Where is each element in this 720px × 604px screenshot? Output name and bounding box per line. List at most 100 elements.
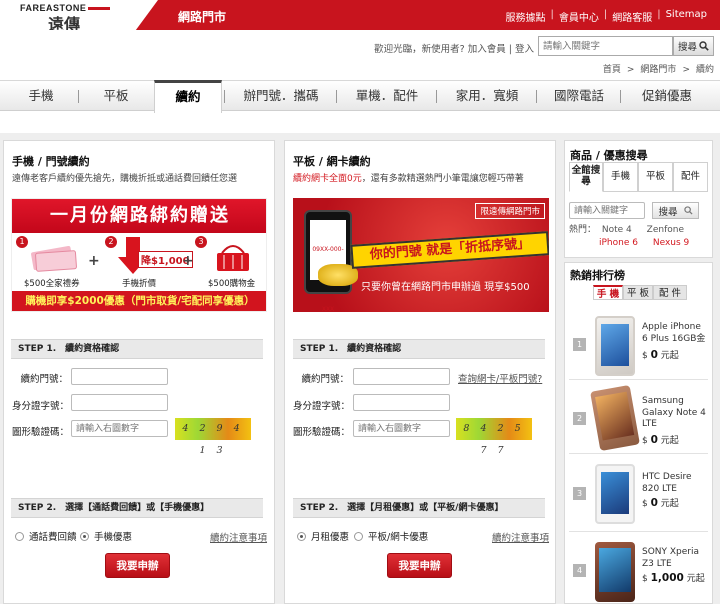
- join-link[interactable]: 加入會員: [468, 44, 506, 55]
- ranking-item[interactable]: 2 Samsung Galaxy Note 4 LTE $ 0 元起: [569, 380, 708, 454]
- promo-banner-discount-code[interactable]: 限遠傳網路門市 09XX-000-XXX 你的門號 就是「折抵序號」 只要你曾在…: [293, 198, 549, 312]
- banner-ribbon: 限遠傳網路門市: [475, 203, 545, 219]
- nav-tab-international[interactable]: 國際電話: [538, 81, 620, 112]
- product-name[interactable]: SONY Xperia Z3 LTE: [642, 547, 708, 570]
- rank-badge: 1: [573, 338, 586, 351]
- hot-keyword-note4[interactable]: Note 4: [602, 225, 632, 235]
- product-image-xperia-z3[interactable]: [595, 542, 635, 602]
- banner-footer: 只要你曾在網路門市申辦過 現享$500: [361, 282, 530, 293]
- ranking-title: 熱銷排行榜: [570, 269, 625, 282]
- radio-dot-selected: [297, 531, 306, 541]
- banner-slogan: 你的門號 就是「折抵序號」: [350, 231, 549, 269]
- hot-keyword-nexus9[interactable]: Nexus 9: [653, 238, 689, 248]
- product-name[interactable]: Apple iPhone 6 Plus 16GB金: [642, 322, 708, 345]
- product-price: 1,000: [650, 572, 684, 584]
- sidebar-search-input[interactable]: [569, 202, 645, 219]
- sidebar-search-button[interactable]: 搜尋: [652, 202, 699, 219]
- nav-tab-promotions[interactable]: 促銷優惠: [622, 81, 712, 112]
- radio-label: 手機優惠: [94, 532, 133, 543]
- ranking-item[interactable]: 3 HTC Desire 820 LTE $ 0 元起: [569, 454, 708, 532]
- breadcrumb-separator: >: [626, 65, 635, 75]
- hot-keyword-iphone6[interactable]: iPhone 6: [599, 238, 638, 248]
- ranking-item[interactable]: 4 SONY Xperia Z3 LTE $ 1,000 元起: [569, 532, 708, 602]
- separator: |: [550, 9, 554, 20]
- top-link-sitemap[interactable]: Sitemap: [666, 9, 707, 24]
- nav-tab-tablet[interactable]: 平板: [80, 81, 152, 112]
- nav-tab-home-broadband[interactable]: 家用．寬頻: [438, 81, 536, 112]
- top-link-member[interactable]: 會員中心: [559, 9, 599, 24]
- sidebar-search-label: 搜尋: [658, 206, 678, 218]
- radio-monthly-offer[interactable]: 月租優惠: [297, 529, 349, 543]
- apply-button[interactable]: 我要申辦: [105, 553, 170, 578]
- gift-voucher-icon: [31, 245, 77, 272]
- banner-headline: 一月份網路綁約贈送: [12, 199, 266, 233]
- step1-bar: STEP 1. 續約資格確認: [11, 339, 263, 359]
- radio-tablet-offer[interactable]: 平板/網卡優惠: [354, 529, 428, 543]
- nav-divider: [336, 90, 337, 103]
- panel-desc: 遠傳老客戶續約優先搶先，購機折抵或通話費回饋任您選: [12, 174, 238, 184]
- search-tab-accessory[interactable]: 配件: [673, 162, 708, 192]
- query-number-link[interactable]: 查詢網卡/平板門號?: [458, 371, 542, 385]
- product-image-iphone6plus[interactable]: [595, 316, 635, 376]
- search-button-label: 搜尋: [677, 42, 697, 53]
- ranking-tab-phone[interactable]: 手 機: [593, 285, 623, 300]
- search-tab-all[interactable]: 全館搜尋: [569, 162, 603, 192]
- radio-phone-offer[interactable]: 手機優惠: [80, 529, 132, 543]
- id-number-input[interactable]: [353, 394, 450, 411]
- breadcrumb-separator: >: [682, 65, 690, 75]
- product-image-note4[interactable]: [590, 384, 640, 452]
- breadcrumb-store[interactable]: 網路門市: [640, 65, 676, 75]
- radio-dot-selected: [80, 531, 89, 541]
- radio-dot: [354, 531, 363, 541]
- apply-button[interactable]: 我要申辦: [387, 553, 452, 578]
- product-name[interactable]: Samsung Galaxy Note 4 LTE: [642, 396, 708, 431]
- separator: |: [657, 9, 661, 20]
- top-link-support[interactable]: 網路客服: [612, 9, 652, 24]
- radio-label: 月租優惠: [311, 532, 350, 543]
- captcha-input[interactable]: [71, 420, 168, 437]
- logo[interactable]: FAREASTONE 遠傳: [0, 0, 158, 30]
- top-link-stores[interactable]: 服務據點: [505, 9, 545, 24]
- shopping-credit-caption: $500購物金: [208, 279, 256, 289]
- nav-divider: [620, 90, 621, 103]
- promo-banner-january[interactable]: 一月份網路綁約贈送 1 $500全家禮券 + 2 降$1,000 手機折價 + …: [11, 198, 267, 312]
- nav-tab-new-number[interactable]: 辦門號．攜碼: [226, 81, 336, 112]
- ranking-item[interactable]: 1 Apple iPhone 6 Plus 16GB金 $ 0 元起: [569, 306, 708, 380]
- search-button[interactable]: 搜尋: [673, 36, 714, 56]
- captcha-image: 4 2 9 4 1 3: [175, 418, 251, 456]
- step2-bar: STEP 2. 選擇【通話費回饋】或【手機優惠】: [11, 498, 263, 518]
- hot-keyword-zenfone[interactable]: Zenfone: [647, 225, 684, 235]
- nav-tab-renewal[interactable]: 續約: [154, 80, 222, 113]
- search-tab-tablet[interactable]: 平板: [638, 162, 673, 192]
- product-image-desire820[interactable]: [595, 464, 635, 524]
- search-input[interactable]: [538, 36, 673, 56]
- price-suffix: 元起: [686, 574, 705, 584]
- search-tab-phone[interactable]: 手機: [603, 162, 638, 192]
- product-name[interactable]: HTC Desire 820 LTE: [642, 472, 708, 495]
- panel-desc: ，還有多款精選熱門小筆電讓您輕巧帶著: [361, 174, 524, 184]
- plus-sign: +: [88, 253, 100, 269]
- main-nav: 手機 平板 續約 辦門號．攜碼 單機．配件 家用．寬頻 國際電話 促銷優惠: [0, 80, 720, 113]
- nav-tab-devices[interactable]: 單機．配件: [338, 81, 436, 112]
- product-price: 0: [650, 349, 658, 361]
- login-link[interactable]: 登入: [515, 44, 534, 55]
- nav-tab-phone[interactable]: 手機: [4, 81, 78, 112]
- rank-badge: 4: [573, 564, 586, 577]
- ranking-tab-accessory[interactable]: 配 件: [653, 285, 687, 300]
- renewal-number-input[interactable]: [71, 368, 168, 385]
- breadcrumb-home[interactable]: 首頁: [603, 65, 621, 75]
- id-number-input[interactable]: [71, 394, 168, 411]
- site-title: 網路門市: [178, 10, 227, 24]
- renewal-number-label: 續約門號：: [301, 374, 349, 385]
- renewal-notice-link[interactable]: 續約注意事項: [210, 530, 267, 544]
- step-number: 1: [16, 236, 28, 248]
- radio-call-rebate[interactable]: 通話費回饋: [15, 529, 77, 543]
- renewal-number-label: 續約門號：: [20, 374, 68, 385]
- renewal-notice-link[interactable]: 續約注意事項: [492, 530, 549, 544]
- banner-footer: 購機即享$2000優惠（門市取貨/宅配同享優惠）: [12, 291, 266, 311]
- captcha-input[interactable]: [353, 420, 450, 437]
- id-number-label: 身分證字號：: [12, 401, 70, 412]
- renewal-number-input[interactable]: [353, 368, 450, 385]
- ranking-tab-tablet[interactable]: 平 板: [623, 285, 653, 300]
- rank-badge: 2: [573, 412, 586, 425]
